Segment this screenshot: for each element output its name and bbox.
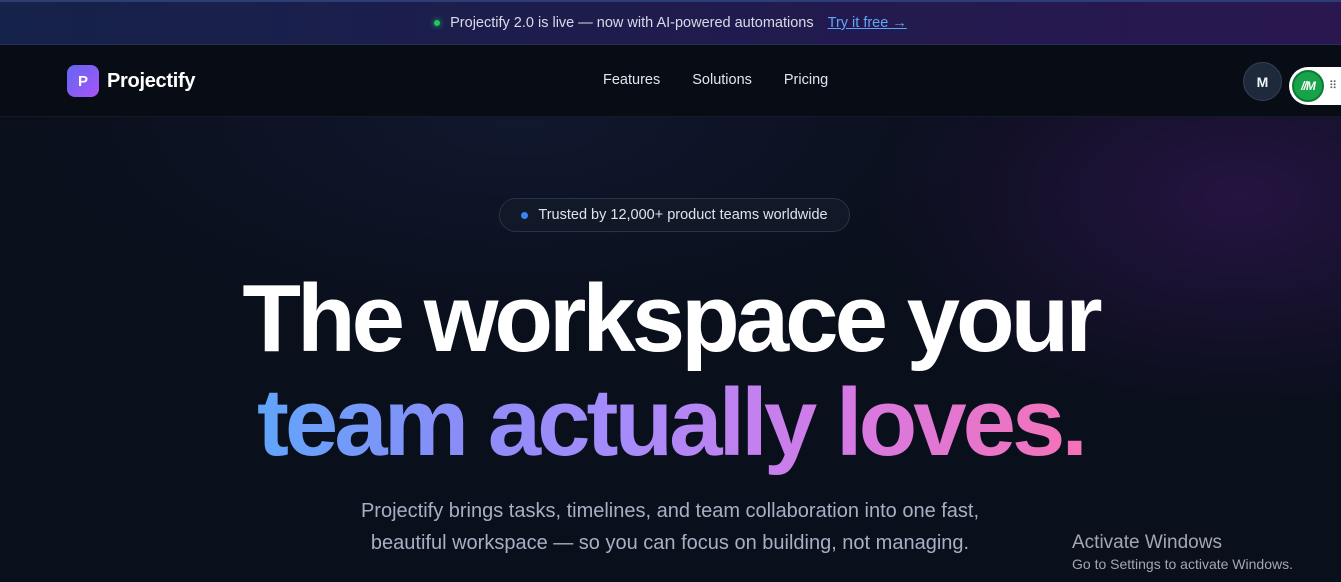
windows-activation-watermark: Activate Windows Go to Settings to activ… <box>1072 532 1293 574</box>
hero-section: Trusted by 12,000+ product teams worldwi… <box>0 117 1341 582</box>
watermark-subtitle: Go to Settings to activate Windows. <box>1072 556 1293 572</box>
nav-item-features[interactable]: Features <box>603 72 660 88</box>
nav-menu: Features Solutions Pricing <box>603 72 828 88</box>
page: Projectify 2.0 is live — now with AI-pow… <box>0 0 1341 582</box>
extension-logo-icon[interactable]: //M <box>1292 70 1324 102</box>
nav-item-solutions[interactable]: Solutions <box>692 72 752 88</box>
announcement-text: Projectify 2.0 is live — now with AI-pow… <box>450 15 814 31</box>
user-avatar[interactable]: M <box>1243 62 1282 101</box>
live-status-dot <box>434 20 441 26</box>
hero-subtitle-line-2: beautiful workspace — so you can focus o… <box>370 532 970 554</box>
browser-extension-widget[interactable]: //M ⠿ <box>1289 67 1341 105</box>
badge-dot-icon <box>521 211 529 219</box>
nav-item-pricing[interactable]: Pricing <box>784 72 828 88</box>
brand-logo-link[interactable]: P Projectify <box>67 65 195 97</box>
hero-subtitle: Projectify brings tasks, timelines, and … <box>270 495 1070 559</box>
brand-name: Projectify <box>107 69 196 92</box>
trust-badge: Trusted by 12,000+ product teams worldwi… <box>499 198 850 232</box>
top-navigation: P Projectify Features Solutions Pricing … <box>0 45 1341 117</box>
headline-line-2: team actually loves. <box>0 375 1341 471</box>
announcement-bar: Projectify 2.0 is live — now with AI-pow… <box>0 0 1341 45</box>
headline-line-1: The workspace your <box>242 265 1102 372</box>
hero-subtitle-line-1: Projectify brings tasks, timelines, and … <box>360 500 980 522</box>
trust-badge-text: Trusted by 12,000+ product teams worldwi… <box>538 207 828 223</box>
drag-handle-icon[interactable]: ⠿ <box>1329 80 1337 92</box>
brand-logo-icon: P <box>67 65 99 97</box>
watermark-title: Activate Windows <box>1072 532 1222 553</box>
try-it-free-link[interactable]: Try it free → <box>828 15 907 31</box>
headline-gradient-text: team actually loves. <box>256 369 1088 476</box>
